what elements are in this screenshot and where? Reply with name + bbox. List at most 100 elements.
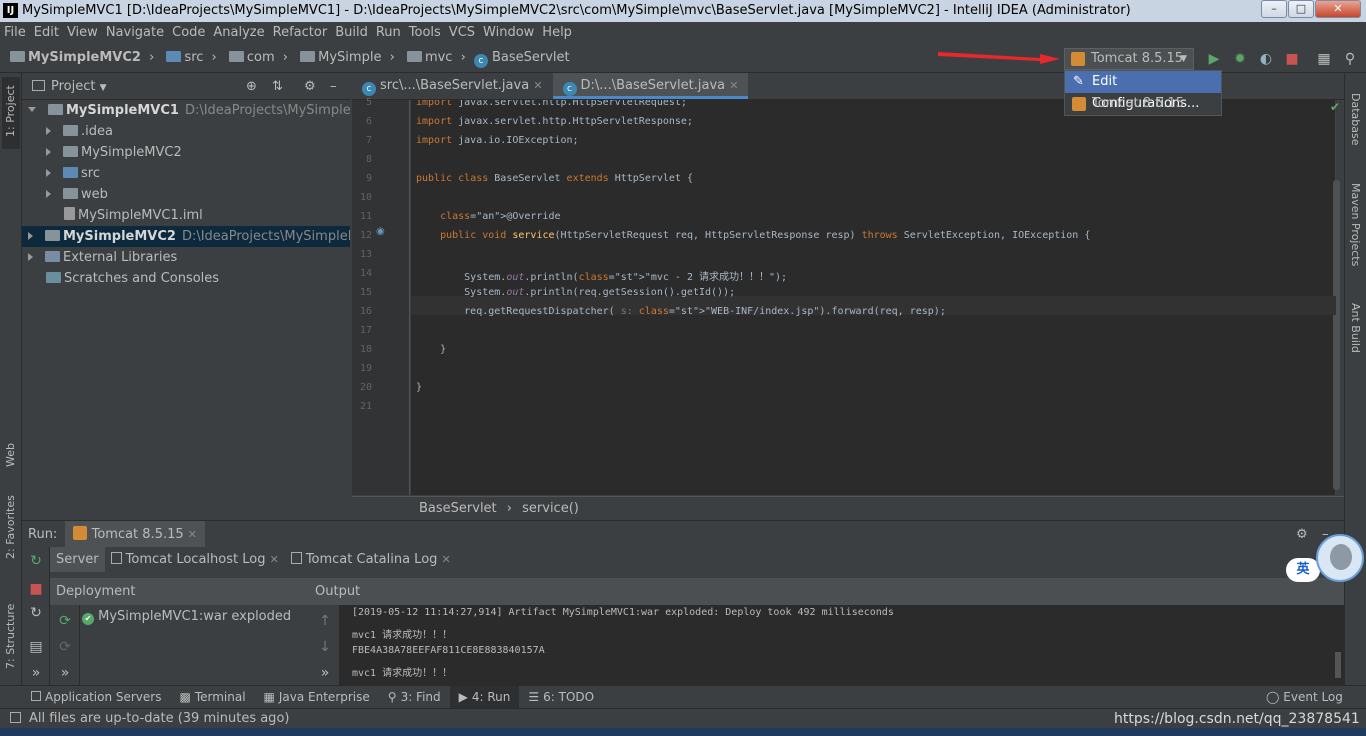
- tab-localhost-log[interactable]: Tomcat Localhost Log ✕: [105, 547, 285, 572]
- tool-todo[interactable]: ☰ 6: TODO: [519, 686, 603, 709]
- locate-icon[interactable]: ⊕: [246, 73, 257, 100]
- menu-navigate[interactable]: Navigate: [102, 22, 168, 43]
- menu-code[interactable]: Code: [168, 22, 209, 43]
- chevron-down-icon[interactable]: ▼: [100, 83, 107, 93]
- menu-refactor[interactable]: Refactor: [269, 22, 332, 43]
- run-icon[interactable]: ▶: [1206, 51, 1222, 67]
- menu-help[interactable]: Help: [538, 22, 576, 43]
- editor-crumb-method[interactable]: service(): [522, 501, 579, 516]
- run-config-tab[interactable]: Tomcat 8.5.15 ✕: [65, 521, 205, 548]
- scroll-up-icon[interactable]: ↑: [317, 613, 333, 629]
- tool-java-enterprise[interactable]: ▦ Java Enterprise: [255, 686, 379, 709]
- tree-item[interactable]: MySimpleMVC2: [22, 142, 350, 163]
- coverage-icon[interactable]: ◐: [1258, 51, 1274, 67]
- assistant-avatar[interactable]: [1316, 534, 1364, 582]
- chevron-right-icon[interactable]: [46, 190, 51, 198]
- breadcrumb-project[interactable]: MySimpleMVC2: [28, 43, 141, 73]
- breadcrumb-com[interactable]: com: [247, 43, 275, 73]
- menu-analyze[interactable]: Analyze: [209, 22, 268, 43]
- editor-scrollbar[interactable]: [1333, 180, 1340, 490]
- menu-vcs[interactable]: VCS: [445, 22, 479, 43]
- tab-server[interactable]: Server: [50, 547, 105, 572]
- breadcrumb-baseservlet[interactable]: BaseServlet: [492, 43, 570, 73]
- more-icon[interactable]: »: [28, 665, 44, 681]
- debug-icon[interactable]: ✹: [1232, 51, 1248, 67]
- maximize-button[interactable]: □: [1288, 0, 1314, 18]
- collapse-all-icon[interactable]: ⇅: [272, 73, 283, 100]
- tool-find[interactable]: ⚲ 3: Find: [379, 686, 450, 709]
- stop-icon[interactable]: ■: [28, 581, 44, 597]
- menu-tools[interactable]: Tools: [405, 22, 445, 43]
- output-scrollbar[interactable]: [1335, 652, 1341, 678]
- tool-window-structure[interactable]: 7: Structure: [4, 604, 17, 669]
- menu-build[interactable]: Build: [331, 22, 372, 43]
- chevron-down-icon[interactable]: [28, 107, 36, 112]
- tree-item[interactable]: MySimpleMVC2 D:\IdeaProjects\MySimpleMVC2: [22, 226, 350, 247]
- tool-window-maven[interactable]: Maven Projects: [1349, 183, 1362, 266]
- chevron-right-icon[interactable]: [46, 127, 51, 135]
- gear-icon[interactable]: ⚙: [1296, 521, 1308, 548]
- tree-item[interactable]: MySimpleMVC1.iml: [22, 205, 350, 226]
- more-icon[interactable]: »: [57, 665, 73, 681]
- tree-item[interactable]: web: [22, 184, 350, 205]
- layout-icon[interactable]: ▤: [28, 639, 44, 655]
- breadcrumb-src[interactable]: src: [184, 43, 203, 73]
- menu-view[interactable]: View: [63, 22, 102, 43]
- menu-run[interactable]: Run: [372, 22, 405, 43]
- ime-badge[interactable]: 英: [1286, 558, 1320, 582]
- tree-item[interactable]: .idea: [22, 121, 350, 142]
- close-icon[interactable]: ✕: [442, 553, 451, 566]
- override-marker-icon[interactable]: ◉: [376, 226, 385, 237]
- deploy-icon[interactable]: ⟳: [57, 613, 73, 629]
- stop-icon[interactable]: ■: [1284, 51, 1300, 67]
- gear-icon[interactable]: ⚙: [304, 73, 316, 100]
- tool-terminal[interactable]: ▩ Terminal: [170, 686, 254, 709]
- editor-crumb-class[interactable]: BaseServlet: [419, 501, 497, 516]
- status-icon[interactable]: [10, 712, 21, 723]
- tool-window-web[interactable]: Web: [4, 443, 17, 467]
- close-icon[interactable]: ✕: [188, 528, 197, 541]
- tool-window-database[interactable]: Database: [1349, 93, 1362, 146]
- menu-window[interactable]: Window: [479, 22, 538, 43]
- deployment-item[interactable]: ✔ MySimpleMVC1:war exploded: [82, 607, 291, 627]
- editor-tab-active[interactable]: c D:\...\BaseServlet.java ✕: [552, 73, 749, 99]
- tool-window-favorites[interactable]: 2: Favorites: [4, 495, 17, 559]
- tree-item[interactable]: Scratches and Consoles: [22, 268, 350, 289]
- refresh-icon[interactable]: ↻: [28, 605, 44, 621]
- close-window-button[interactable]: ✕: [1315, 0, 1361, 18]
- tool-window-ant[interactable]: Ant Build: [1349, 303, 1362, 353]
- event-log-button[interactable]: ◯ Event Log: [1266, 686, 1343, 709]
- editor-tab[interactable]: c src\...\BaseServlet.java ✕: [352, 73, 553, 99]
- undeploy-icon[interactable]: ⟳: [57, 639, 73, 655]
- close-icon[interactable]: ✕: [729, 79, 738, 92]
- tree-item[interactable]: src: [22, 163, 350, 184]
- breadcrumb-mysimple[interactable]: MySimple: [318, 43, 381, 73]
- menu-file[interactable]: File: [0, 22, 30, 43]
- tree-item[interactable]: MySimpleMVC1 D:\IdeaProjects\MySimpleMVC1: [22, 100, 350, 121]
- tree-item[interactable]: External Libraries: [22, 247, 350, 268]
- close-icon[interactable]: ✕: [533, 79, 542, 92]
- project-structure-icon[interactable]: ▦: [1316, 51, 1332, 67]
- chevron-right-icon[interactable]: [46, 148, 51, 156]
- scroll-down-icon[interactable]: ↓: [317, 639, 333, 655]
- hide-panel-icon[interactable]: –: [330, 73, 337, 100]
- minimize-button[interactable]: –: [1261, 0, 1287, 18]
- edit-configurations-item[interactable]: ✎ Edit Configurations...: [1065, 71, 1221, 111]
- chevron-right-icon[interactable]: [28, 253, 33, 261]
- more-icon[interactable]: »: [317, 665, 333, 681]
- tool-application-servers[interactable]: Application Servers: [22, 686, 170, 709]
- search-icon[interactable]: ⚲: [1342, 51, 1358, 67]
- chevron-right-icon[interactable]: [28, 232, 33, 240]
- tomcat-config-item[interactable]: Tomcat 8.5.15: [1065, 93, 1221, 115]
- project-view-label[interactable]: Project: [51, 79, 95, 94]
- close-icon[interactable]: ✕: [270, 553, 279, 566]
- chevron-right-icon[interactable]: [46, 169, 51, 177]
- tab-catalina-log[interactable]: Tomcat Catalina Log ✕: [285, 547, 457, 572]
- menu-bar: File Edit View Navigate Code Analyze Refactor B…: [0, 22, 1366, 43]
- run-configuration-selector[interactable]: Tomcat 8.5.15 ▼: [1064, 48, 1194, 70]
- breadcrumb-mvc[interactable]: mvc: [425, 43, 453, 73]
- tool-run[interactable]: ▶ 4: Run: [449, 686, 520, 709]
- rerun-icon[interactable]: ↻: [28, 553, 44, 569]
- menu-edit[interactable]: Edit: [30, 22, 63, 43]
- tool-window-project[interactable]: 1: Project: [4, 85, 17, 137]
